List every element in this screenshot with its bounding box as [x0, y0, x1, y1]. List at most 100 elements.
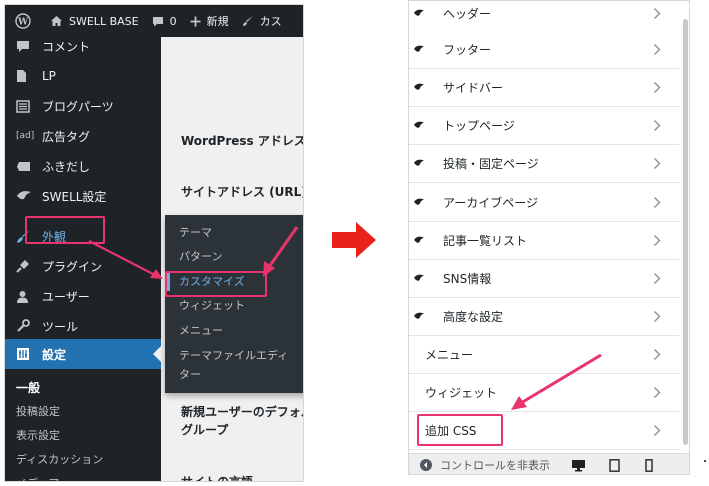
customizer-item-advanced[interactable]: 高度な設定: [409, 298, 679, 336]
sidebar-item-label: ブログパーツ: [42, 99, 114, 114]
customizer-item-label: サイドバー: [443, 81, 504, 95]
brush-icon: [242, 16, 253, 26]
chevron-right-icon: [654, 197, 661, 208]
customizer-item-label: アーカイブページ: [443, 196, 539, 210]
customizer-item-sidebar[interactable]: サイドバー: [409, 69, 679, 107]
wrench-icon: [17, 319, 30, 332]
flyout-item-patterns[interactable]: パターン: [165, 245, 303, 267]
swell-icon: [414, 83, 424, 90]
hide-controls-button[interactable]: コントロールを非表示: [419, 457, 550, 473]
submenu-reading[interactable]: 表示設定: [5, 423, 161, 447]
new-content-text: 新規: [206, 15, 229, 28]
submenu-discussion[interactable]: ディスカッション: [5, 447, 161, 471]
comment-icon: [152, 16, 163, 26]
customizer-item-additional-css[interactable]: 追加 CSS: [409, 412, 679, 450]
chevron-right-icon: [654, 273, 661, 284]
flyout-item-customize[interactable]: カスタマイズ: [165, 270, 303, 292]
flyout-item-themes[interactable]: テーマ: [165, 221, 303, 243]
customizer-item-label: 追加 CSS: [425, 424, 477, 438]
ad-icon: [ad]: [16, 131, 35, 141]
flyout-item-widgets[interactable]: ウィジェット: [165, 294, 303, 316]
sidebar-item-label: 外観: [42, 229, 67, 244]
document-icon: [17, 70, 26, 82]
customizer-item-post-list[interactable]: 記事一覧リスト: [409, 222, 679, 260]
comments-link[interactable]: 0: [152, 15, 177, 28]
customizer-item-sns[interactable]: SNS情報: [409, 260, 679, 298]
customizer-item-label: トップページ: [443, 119, 515, 133]
scrollbar[interactable]: [683, 19, 688, 445]
wp-admin-panel: W SWELL BASE 0 新規 カス コメント LP ブログパーツ [ad]…: [4, 4, 304, 482]
comment-count: 0: [169, 14, 177, 28]
sidebar-item-label: ふきだし: [42, 159, 91, 174]
sidebar-item-label: プラグイン: [42, 259, 103, 274]
chevron-right-icon: [654, 8, 661, 19]
chevron-right-icon: [654, 387, 661, 398]
blog-parts-icon: [16, 99, 30, 113]
customizer-item-label: SNS情報: [443, 272, 492, 286]
swell-icon: [414, 198, 424, 205]
customizer-item-label: ヘッダー: [443, 7, 492, 21]
customizer-item-label: メニュー: [425, 348, 474, 362]
flyout-item-theme-editor-cont: ター: [179, 368, 201, 381]
swell-icon: [414, 274, 424, 281]
chevron-right-icon: [654, 235, 661, 246]
chevron-right-icon: [654, 158, 661, 169]
plus-icon: [190, 16, 201, 26]
sidebar-item-tools[interactable]: ツール: [5, 311, 161, 341]
customizer-panel: ヘッダーフッターサイドバートップページ投稿・固定ページアーカイブページ 記事一覧リ…: [408, 0, 690, 475]
site-language-label: サイトの言語: [181, 475, 254, 482]
swell-icon: [414, 159, 424, 166]
swell-icon: [414, 121, 424, 128]
customizer-footer: コントロールを非表示: [409, 453, 689, 474]
site-name-link[interactable]: SWELL BASE: [50, 15, 139, 28]
sidebar-item-blog-parts[interactable]: ブログパーツ: [5, 91, 161, 121]
sidebar-item-balloon[interactable]: ふきだし: [5, 151, 161, 181]
chevron-right-icon: [654, 349, 661, 360]
new-content-link[interactable]: 新規: [190, 13, 229, 29]
customizer-item-menus[interactable]: メニュー: [409, 336, 679, 374]
customizer-item-header[interactable]: ヘッダー: [409, 1, 679, 33]
default-role-label: 新規ユーザーのデフォルト: [181, 405, 303, 419]
comment-icon: [17, 40, 29, 52]
desktop-preview-icon[interactable]: [571, 459, 586, 472]
sidebar-item-appearance[interactable]: 外観: [5, 221, 161, 251]
plugin-icon: [16, 260, 29, 273]
sidebar-item-comments[interactable]: コメント: [5, 31, 161, 61]
sidebar-item-lp[interactable]: LP: [5, 61, 161, 91]
customizer-item-top-page[interactable]: トップページ: [409, 107, 679, 145]
customizer-item-label: 記事一覧リスト: [443, 234, 528, 248]
submenu-writing[interactable]: 投稿設定: [5, 399, 161, 423]
swell-icon: [414, 9, 424, 16]
appearance-flyout-menu: テーマ パターン カスタマイズ ウィジェット メニュー テーマファイルエディ タ…: [165, 215, 303, 393]
customizer-item-archive[interactable]: アーカイブページ: [409, 184, 679, 222]
swell-icon: [414, 45, 424, 52]
sidebar-item-plugins[interactable]: プラグイン: [5, 251, 161, 281]
sidebar-item-users[interactable]: ユーザー: [5, 281, 161, 311]
tablet-preview-icon[interactable]: [609, 459, 620, 472]
wp-logo-button[interactable]: W: [15, 13, 37, 29]
customize-text: カス: [259, 15, 282, 28]
chevron-right-icon: [654, 425, 661, 436]
balloon-icon: [17, 161, 30, 171]
mobile-preview-icon[interactable]: [645, 459, 653, 472]
sidebar-item-label: ユーザー: [42, 289, 90, 304]
site-address-label: サイトアドレス (URL): [181, 185, 304, 199]
submenu-general[interactable]: 一般: [5, 375, 161, 399]
submenu-media[interactable]: メディア: [5, 471, 161, 481]
customizer-item-label: 高度な設定: [443, 310, 504, 324]
home-icon: [51, 16, 62, 26]
sidebar-item-label: 設定: [42, 347, 67, 362]
customize-link[interactable]: カス: [242, 13, 282, 29]
sidebar-item-ad-tag[interactable]: [ad] 広告タグ: [5, 121, 161, 151]
customizer-item-footer[interactable]: フッター: [409, 31, 679, 69]
sidebar-item-label: コメント: [42, 39, 91, 54]
wordpress-icon: W: [15, 13, 31, 29]
customizer-item-widgets[interactable]: ウィジェット: [409, 374, 679, 412]
sidebar-item-label: 広告タグ: [42, 129, 91, 144]
decorative-dot: [704, 460, 706, 462]
customizer-item-label: フッター: [443, 43, 492, 57]
sidebar-item-settings[interactable]: 設定: [5, 339, 161, 369]
flyout-item-menus[interactable]: メニュー: [165, 319, 303, 341]
sidebar-item-swell-settings[interactable]: SWELL設定: [5, 181, 161, 211]
customizer-item-post-page[interactable]: 投稿・固定ページ: [409, 145, 679, 183]
